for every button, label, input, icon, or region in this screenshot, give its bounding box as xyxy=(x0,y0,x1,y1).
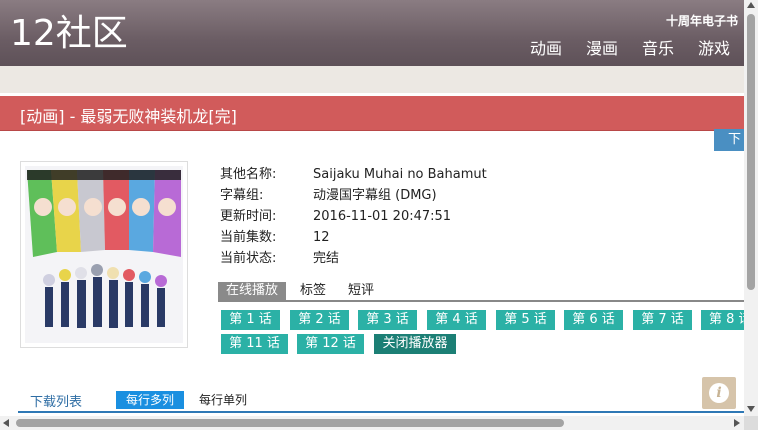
ebook-link[interactable]: 十周年电子书 xyxy=(666,12,738,29)
sub-bar xyxy=(0,66,744,93)
mode-multi-column[interactable]: 每行多列 xyxy=(116,391,185,409)
info-value: 完结 xyxy=(313,251,340,266)
tab-reviews[interactable]: 短评 xyxy=(340,282,382,300)
info-key: 更新时间: xyxy=(220,209,277,224)
info-value: Saijaku Muhai no Bahamut xyxy=(313,167,487,182)
anime-poster xyxy=(20,161,188,348)
episode-button-7[interactable]: 第 7 话 xyxy=(633,310,692,330)
scroll-up-arrow-icon[interactable] xyxy=(747,2,755,8)
tab-online-play[interactable]: 在线播放 xyxy=(218,282,287,300)
info-row-fansub: 字幕组: 动漫国字幕组 (DMG) xyxy=(220,185,487,206)
download-list-title[interactable]: 下载列表 xyxy=(30,391,82,410)
info-icon[interactable]: i xyxy=(702,377,736,409)
info-value: 12 xyxy=(313,230,330,245)
vertical-scroll-thumb[interactable] xyxy=(747,14,755,290)
tab-tags[interactable]: 标签 xyxy=(292,282,334,300)
download-tab-button[interactable]: 下载 xyxy=(714,129,744,151)
info-key: 当前状态: xyxy=(220,251,277,266)
info-key: 字幕组: xyxy=(220,188,264,203)
nav-item-manga[interactable]: 漫画 xyxy=(586,38,618,60)
download-list-divider xyxy=(18,411,744,413)
info-row-updated: 更新时间: 2016-11-01 20:47:51 xyxy=(220,206,487,227)
episode-button-1[interactable]: 第 1 话 xyxy=(221,310,280,330)
info-value: 2016-11-01 20:47:51 xyxy=(313,209,452,224)
nav-item-games[interactable]: 游戏 xyxy=(698,38,730,60)
horizontal-scrollbar[interactable] xyxy=(0,416,744,430)
episode-button-3[interactable]: 第 3 话 xyxy=(358,310,417,330)
nav-item-anime[interactable]: 动画 xyxy=(530,38,562,60)
anime-info: 其他名称: Saijaku Muhai no Bahamut 字幕组: 动漫国字… xyxy=(220,164,487,269)
page-title: [动画] - 最弱无败神装机龙[完] xyxy=(20,107,237,126)
info-row-other-name: 其他名称: Saijaku Muhai no Bahamut xyxy=(220,164,487,185)
scroll-right-arrow-icon[interactable] xyxy=(734,419,740,427)
info-row-episode-count: 当前集数: 12 xyxy=(220,227,487,248)
info-value[interactable]: 动漫国字幕组 (DMG) xyxy=(313,185,437,206)
title-bar: [动画] - 最弱无败神装机龙[完] xyxy=(0,96,744,131)
horizontal-scroll-thumb[interactable] xyxy=(16,419,564,427)
poster-image xyxy=(25,166,183,343)
scroll-left-arrow-icon[interactable] xyxy=(3,419,9,427)
close-player-button[interactable]: 关闭播放器 xyxy=(374,334,456,354)
scroll-down-arrow-icon[interactable] xyxy=(747,406,755,412)
main-nav: 动画 漫画 音乐 游戏 xyxy=(530,38,730,60)
episode-button-6[interactable]: 第 6 话 xyxy=(564,310,623,330)
episode-button-5[interactable]: 第 5 话 xyxy=(496,310,555,330)
episode-button-11[interactable]: 第 11 话 xyxy=(221,334,288,354)
info-key: 当前集数: xyxy=(220,230,277,245)
site-logo[interactable]: 12社区 xyxy=(10,12,128,56)
nav-item-music[interactable]: 音乐 xyxy=(642,38,674,60)
mode-single-column[interactable]: 每行单列 xyxy=(189,391,257,409)
episode-button-2[interactable]: 第 2 话 xyxy=(290,310,349,330)
episode-button-8[interactable]: 第 8 话 xyxy=(701,310,744,330)
vertical-scrollbar[interactable] xyxy=(744,0,758,416)
info-row-status: 当前状态: 完结 xyxy=(220,248,487,269)
episode-button-12[interactable]: 第 12 话 xyxy=(297,334,364,354)
info-key: 其他名称: xyxy=(220,167,277,182)
site-header: 12社区 十周年电子书 动画 漫画 音乐 游戏 xyxy=(0,0,744,66)
episode-button-4[interactable]: 第 4 话 xyxy=(427,310,486,330)
content-tabs: 在线播放 标签 短评 xyxy=(218,282,744,302)
scrollbar-corner xyxy=(744,416,758,430)
